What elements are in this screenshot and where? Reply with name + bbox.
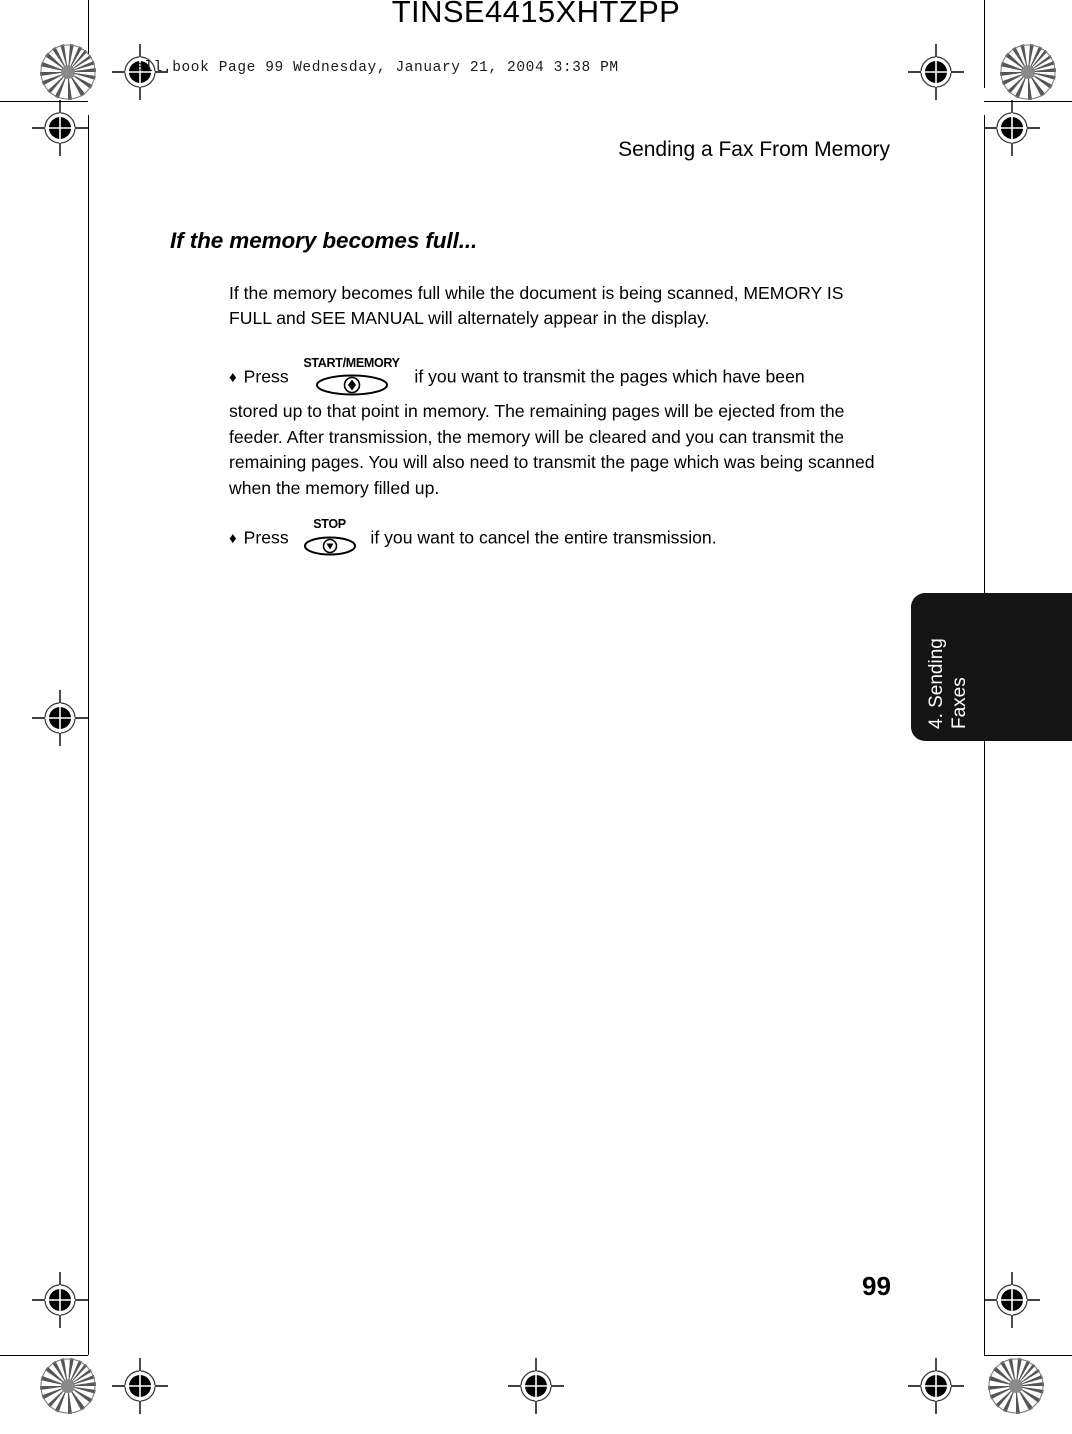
page-number: 99 [862,1271,891,1301]
section-heading: If the memory becomes full... [170,228,478,253]
document-code: TINSE4415XHTZPP [391,0,681,29]
registration-target-icon [908,44,964,100]
stop-key-icon[interactable]: STOP [300,517,360,557]
registration-target-icon [112,1358,168,1414]
press-label: Press [243,366,289,387]
bullet-inline-text: if you want to transmit the pages which … [414,366,805,387]
stop-key-label: STOP [313,517,346,531]
trim-line-left-body [88,115,89,1355]
registration-target-icon [32,1272,88,1328]
file-stamp: all.book Page 99 Wednesday, January 21, … [135,60,619,76]
registration-target-icon [32,100,88,156]
registration-target-icon [984,1272,1040,1328]
chapter-tab: 4. Sending Faxes [911,593,1072,741]
bullet-first-line: ♦ Press STOP if you want to cancel the en… [229,518,909,556]
registration-target-icon [984,100,1040,156]
trim-line-bottom-right [984,1355,1072,1356]
registration-target-icon [32,690,88,746]
bullet-marker-icon: ♦ [229,368,237,386]
document-page: TINSE4415XHTZPP all.book Page 99 Wednesd… [0,0,1072,1434]
start-memory-key-icon[interactable]: START/MEMORY [300,356,404,396]
bullet-item-stop: ♦ Press STOP if you want to cancel the en… [229,518,909,556]
starburst-resolution-target-icon [1000,44,1056,100]
registration-target-icon [508,1358,564,1414]
running-head: Sending a Fax From Memory [618,138,890,161]
bullet-first-line: ♦ Press START/MEMORY if you want to trans… [229,357,909,396]
intro-paragraph: If the memory becomes full while the doc… [229,283,844,328]
starburst-resolution-target-icon [988,1358,1044,1414]
chapter-tab-label: 4. Sending Faxes [926,638,970,729]
starburst-resolution-target-icon [40,1358,96,1414]
start-memory-key-label: START/MEMORY [303,356,400,370]
bullet-marker-icon: ♦ [229,529,237,547]
bullet-inline-text: if you want to cancel the entire transmi… [370,527,717,548]
starburst-resolution-target-icon [40,44,96,100]
registration-target-icon [908,1358,964,1414]
bullet-item-start-memory: ♦ Press START/MEMORY if you want to trans… [229,357,909,501]
bullet-body-text: stored up to that point in memory. The r… [229,401,875,498]
trim-line-bottom-left [0,1355,88,1356]
press-label: Press [243,527,289,548]
